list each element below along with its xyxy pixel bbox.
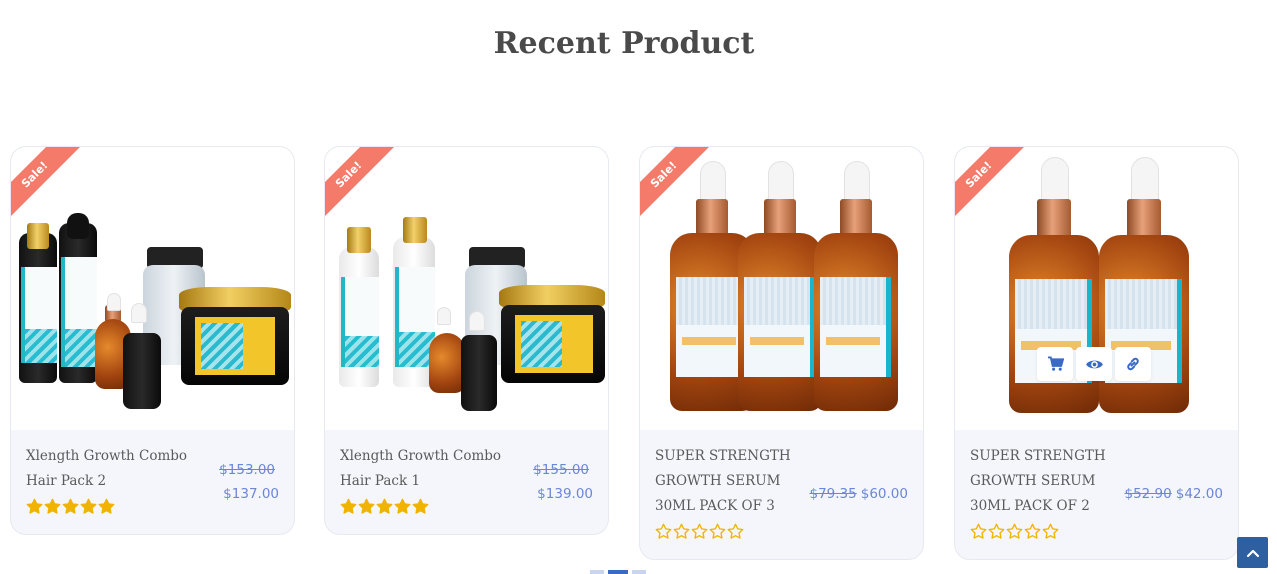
- product-name-line[interactable]: Hair Pack 2: [26, 469, 196, 494]
- product-info: $52.90 $42.00 SUPER STRENGTH GROWTH SERUM…: [955, 430, 1238, 555]
- sale-badge-label: Sale!: [332, 158, 365, 191]
- star-empty-icon: [1006, 523, 1023, 539]
- product-name-line[interactable]: SUPER STRENGTH: [970, 444, 1120, 469]
- product-name[interactable]: Xlength Growth Combo Hair Pack 2: [26, 444, 196, 494]
- product-name[interactable]: SUPER STRENGTH GROWTH SERUM 30ML PACK OF…: [655, 444, 805, 519]
- scroll-to-top-button[interactable]: [1237, 537, 1268, 568]
- product-image[interactable]: Sale!: [325, 147, 608, 430]
- product-name-line[interactable]: 30ML PACK OF 3: [655, 494, 805, 519]
- product-prices: $79.35 $60.00: [810, 482, 909, 506]
- product-name-line[interactable]: Hair Pack 1: [340, 469, 510, 494]
- product-prices: $155.00 $139.00: [533, 458, 593, 506]
- star-filled-icon: [44, 498, 61, 514]
- star-filled-icon: [376, 498, 393, 514]
- link-icon: [1127, 357, 1139, 371]
- product-name[interactable]: Xlength Growth Combo Hair Pack 1: [340, 444, 510, 494]
- quick-view-button[interactable]: [1076, 347, 1112, 381]
- product-name-line[interactable]: Xlength Growth Combo: [26, 444, 196, 469]
- sale-price: $42.00: [1175, 486, 1223, 502]
- product-info: $153.00 $137.00 Xlength Growth Combo Hai…: [11, 430, 294, 530]
- chevron-up-icon: [1246, 549, 1259, 557]
- old-price: $79.35: [809, 486, 857, 502]
- carousel-dot[interactable]: [590, 570, 604, 574]
- sale-badge-label: Sale!: [962, 158, 995, 191]
- sale-price: $60.00: [860, 486, 908, 502]
- product-card[interactable]: Sale! $79.35 $60.00 SUPER STRENGTH GROWTH…: [639, 146, 924, 560]
- star-empty-icon: [1042, 523, 1059, 539]
- section-title: Recent Product: [493, 26, 755, 61]
- star-filled-icon: [62, 498, 79, 514]
- carousel-dot-active[interactable]: [608, 570, 628, 574]
- star-filled-icon: [412, 498, 429, 514]
- eye-icon: [1085, 360, 1103, 368]
- star-filled-icon: [26, 498, 43, 514]
- product-name-line[interactable]: GROWTH SERUM: [970, 469, 1120, 494]
- star-empty-icon: [691, 523, 708, 539]
- star-filled-icon: [80, 498, 97, 514]
- star-rating: [655, 523, 908, 541]
- star-filled-icon: [98, 498, 115, 514]
- sale-badge-label: Sale!: [18, 158, 51, 191]
- sale-badge: Sale!: [955, 147, 1025, 217]
- product-name-line[interactable]: GROWTH SERUM: [655, 469, 805, 494]
- star-rating: [970, 523, 1223, 541]
- sale-badge: Sale!: [325, 147, 395, 217]
- sale-price: $137.00: [223, 486, 279, 502]
- product-actions: [1037, 347, 1151, 381]
- star-empty-icon: [727, 523, 744, 539]
- sale-badge: Sale!: [11, 147, 81, 217]
- product-name[interactable]: SUPER STRENGTH GROWTH SERUM 30ML PACK OF…: [970, 444, 1120, 519]
- product-name-line[interactable]: Xlength Growth Combo: [340, 444, 510, 469]
- star-empty-icon: [673, 523, 690, 539]
- star-filled-icon: [394, 498, 411, 514]
- product-image[interactable]: Sale!: [11, 147, 294, 430]
- product-image[interactable]: Sale!: [955, 147, 1238, 430]
- star-empty-icon: [709, 523, 726, 539]
- star-empty-icon: [1024, 523, 1041, 539]
- sale-badge-label: Sale!: [647, 158, 680, 191]
- product-card[interactable]: Sale! $153.00 $137.00 Xlength Growth Com…: [10, 146, 295, 535]
- star-empty-icon: [655, 523, 672, 539]
- product-card[interactable]: Sale! $52.90 $42.00 SUPER STRENGTH GROWTH…: [954, 146, 1239, 560]
- sale-price: $139.00: [537, 486, 593, 502]
- star-filled-icon: [340, 498, 357, 514]
- product-info: $79.35 $60.00 SUPER STRENGTH GROWTH SERUM…: [640, 430, 923, 555]
- add-to-cart-button[interactable]: [1037, 347, 1073, 381]
- product-card[interactable]: Sale! $155.00 $139.00 Xlength Growth Com…: [324, 146, 609, 535]
- old-price: $52.90: [1124, 486, 1172, 502]
- product-name-line[interactable]: 30ML PACK OF 2: [970, 494, 1120, 519]
- product-info: $155.00 $139.00 Xlength Growth Combo Hai…: [325, 430, 608, 530]
- product-prices: $52.90 $42.00: [1125, 482, 1224, 506]
- carousel-dot[interactable]: [632, 570, 646, 574]
- cart-icon: [1047, 356, 1064, 371]
- old-price: $155.00: [533, 462, 589, 478]
- product-link-button[interactable]: [1115, 347, 1151, 381]
- carousel-pagination: [590, 570, 646, 574]
- product-image[interactable]: Sale!: [640, 147, 923, 430]
- product-prices: $153.00 $137.00: [219, 458, 279, 506]
- product-name-line[interactable]: SUPER STRENGTH: [655, 444, 805, 469]
- star-filled-icon: [358, 498, 375, 514]
- star-empty-icon: [970, 523, 987, 539]
- star-empty-icon: [988, 523, 1005, 539]
- old-price: $153.00: [219, 462, 275, 478]
